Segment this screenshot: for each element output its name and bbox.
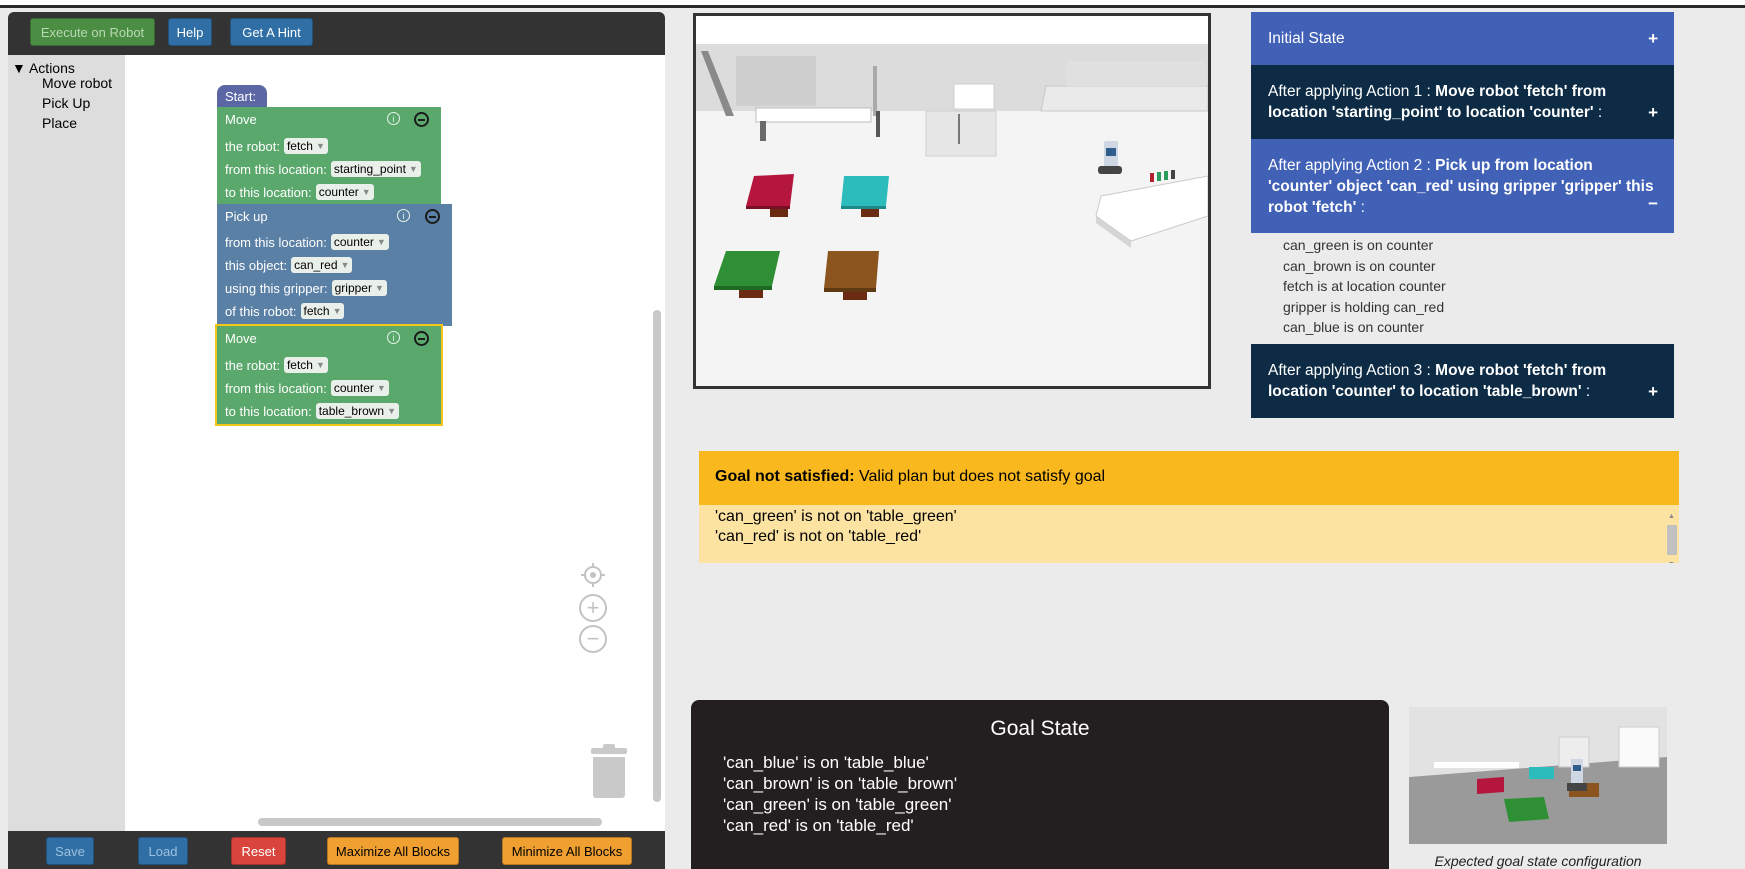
collapse-icon[interactable]: − (1648, 193, 1658, 214)
goal-status-label: Goal not satisfied: (715, 468, 855, 485)
load-button[interactable]: Load (138, 837, 188, 865)
minimize-all-blocks-button[interactable]: Minimize All Blocks (502, 837, 632, 865)
goal-failure-list: 'can_green' is not on 'table_green' 'can… (699, 505, 1679, 563)
goal-state-line: 'can_red' is on 'table_red' (723, 816, 914, 835)
scene-render (696, 16, 1208, 386)
state-fact: gripper is holding can_red (1283, 298, 1445, 315)
goal-status-banner: Goal not satisfied: Valid plan but does … (699, 451, 1679, 505)
field-label: from this location: (225, 380, 327, 396)
goal-state-line: 'can_green' is on 'table_green' (723, 795, 952, 814)
action-1-header[interactable]: After applying Action 1 : Move robot 'fe… (1251, 65, 1674, 139)
expand-icon[interactable]: + (1648, 28, 1658, 49)
goal-state-line: 'can_brown' is on 'table_brown' (723, 774, 958, 793)
from-location-dropdown[interactable]: starting_point ▼ (330, 161, 421, 177)
pick-up-block[interactable]: Pick up i from this location: counter ▼ th… (217, 204, 452, 326)
block-title: Pick up (225, 209, 268, 224)
to-location-dropdown[interactable]: counter ▼ (315, 184, 374, 200)
field-label: the robot: (225, 138, 280, 154)
action-2-prefix: After applying Action 2 : (1268, 157, 1436, 174)
goal-status-text: Valid plan but does not satisfy goal (854, 468, 1106, 485)
workspace-bottom-bar: Save Load Reset Maximize All Blocks Mini… (8, 831, 665, 869)
workspace-toolbar: Execute on Robot Help Get A Hint (8, 12, 665, 55)
info-icon[interactable]: i (387, 112, 400, 125)
goal-failure-item: 'can_green' is not on 'table_green' (715, 508, 957, 525)
robot-dropdown[interactable]: fetch ▼ (300, 303, 345, 319)
info-icon[interactable]: i (397, 209, 410, 222)
gripper-dropdown[interactable]: gripper ▼ (331, 280, 387, 296)
workspace-horizontal-scrollbar[interactable] (258, 818, 602, 826)
from-location-dropdown[interactable]: counter ▼ (330, 234, 389, 250)
goal-image-caption: Expected goal state configuration (1434, 853, 1642, 869)
zoom-in-icon[interactable]: + (579, 594, 607, 622)
field-label: from this location: (225, 234, 327, 250)
goal-failure-item: 'can_red' is not on 'table_red' (715, 528, 922, 545)
from-location-dropdown[interactable]: counter ▼ (330, 380, 389, 396)
scroll-down-icon: ▼ (1668, 555, 1675, 563)
help-button[interactable]: Help (168, 18, 212, 46)
state-fact: can_blue is on counter (1283, 319, 1424, 335)
action-1-prefix: After applying Action 1 : (1268, 83, 1436, 100)
scroll-up-icon: ▲ (1668, 513, 1675, 520)
action-2-state-facts: can_green is on counter can_brown is on … (1251, 233, 1674, 344)
robot-dropdown[interactable]: fetch ▼ (283, 138, 328, 154)
goal-state-panel: Goal State 'can_blue' is on 'table_blue'… (691, 700, 1389, 869)
field-label: this object: (225, 257, 288, 273)
to-location-dropdown[interactable]: table_brown ▼ (315, 403, 400, 419)
get-a-hint-button[interactable]: Get A Hint (230, 18, 313, 46)
reset-button[interactable]: Reset (231, 837, 286, 865)
toolbox-item-place[interactable]: Place (42, 115, 77, 131)
toolbox-item-move-robot[interactable]: Move robot (42, 75, 112, 91)
zoom-out-icon[interactable]: − (579, 625, 607, 653)
goal-state-title: Goal State (990, 717, 1090, 740)
robot-scene-view[interactable] (693, 13, 1211, 389)
state-fact: can_green is on counter (1283, 237, 1434, 253)
trash-icon[interactable] (591, 744, 627, 798)
actions-category[interactable]: ▼ Actions (12, 60, 75, 76)
initial-state-header[interactable]: Initial State + (1251, 12, 1674, 65)
execute-on-robot-button[interactable]: Execute on Robot (30, 18, 155, 46)
block-title: Move (225, 112, 257, 127)
robot-dropdown[interactable]: fetch ▼ (283, 357, 328, 373)
action-3-prefix: After applying Action 3 : (1268, 362, 1436, 379)
state-fact: can_brown is on counter (1283, 257, 1436, 274)
maximize-all-blocks-button[interactable]: Maximize All Blocks (327, 837, 459, 865)
field-label: to this location: (225, 403, 312, 419)
goal-message-scrollbar[interactable]: ▲ ▼ (1667, 507, 1677, 563)
state-fact: fetch is at location counter (1283, 278, 1446, 294)
expand-icon[interactable]: + (1648, 381, 1658, 402)
initial-state-label: Initial State (1268, 30, 1345, 47)
object-dropdown[interactable]: can_red ▼ (291, 257, 353, 273)
field-label: of this robot: (225, 303, 297, 319)
state-accordion: Initial State + After applying Action 1 … (1251, 12, 1674, 418)
action-2-header[interactable]: After applying Action 2 : Pick up from l… (1251, 139, 1674, 233)
move-block-2[interactable]: Move i the robot: fetch ▼ from this locati… (215, 324, 443, 426)
goal-state-image (1409, 707, 1667, 844)
goal-state-line: 'can_blue' is on 'table_blue' (723, 753, 929, 772)
field-label: using this gripper: (225, 280, 328, 296)
info-icon[interactable]: i (387, 331, 400, 344)
expand-icon[interactable]: + (1648, 102, 1658, 123)
collapse-icon[interactable] (425, 209, 440, 224)
collapse-icon[interactable] (414, 112, 429, 127)
block-title: Move (225, 331, 257, 346)
save-button[interactable]: Save (46, 837, 94, 865)
recenter-icon[interactable] (579, 561, 607, 589)
action-3-header[interactable]: After applying Action 3 : Move robot 'fe… (1251, 344, 1674, 418)
top-border (0, 0, 1745, 8)
workspace-vertical-scrollbar[interactable] (653, 310, 661, 802)
field-label: from this location: (225, 161, 327, 177)
toolbox-item-pick-up[interactable]: Pick Up (42, 95, 90, 111)
actions-toolbox: ▼ Actions Move robot Pick Up Place (8, 55, 125, 831)
move-block-1[interactable]: Move i the robot: fetch ▼ from this locati… (217, 107, 441, 204)
collapse-icon[interactable] (414, 331, 429, 346)
field-label: the robot: (225, 357, 280, 373)
field-label: to this location: (225, 184, 312, 200)
start-block[interactable]: Start: (217, 85, 267, 107)
